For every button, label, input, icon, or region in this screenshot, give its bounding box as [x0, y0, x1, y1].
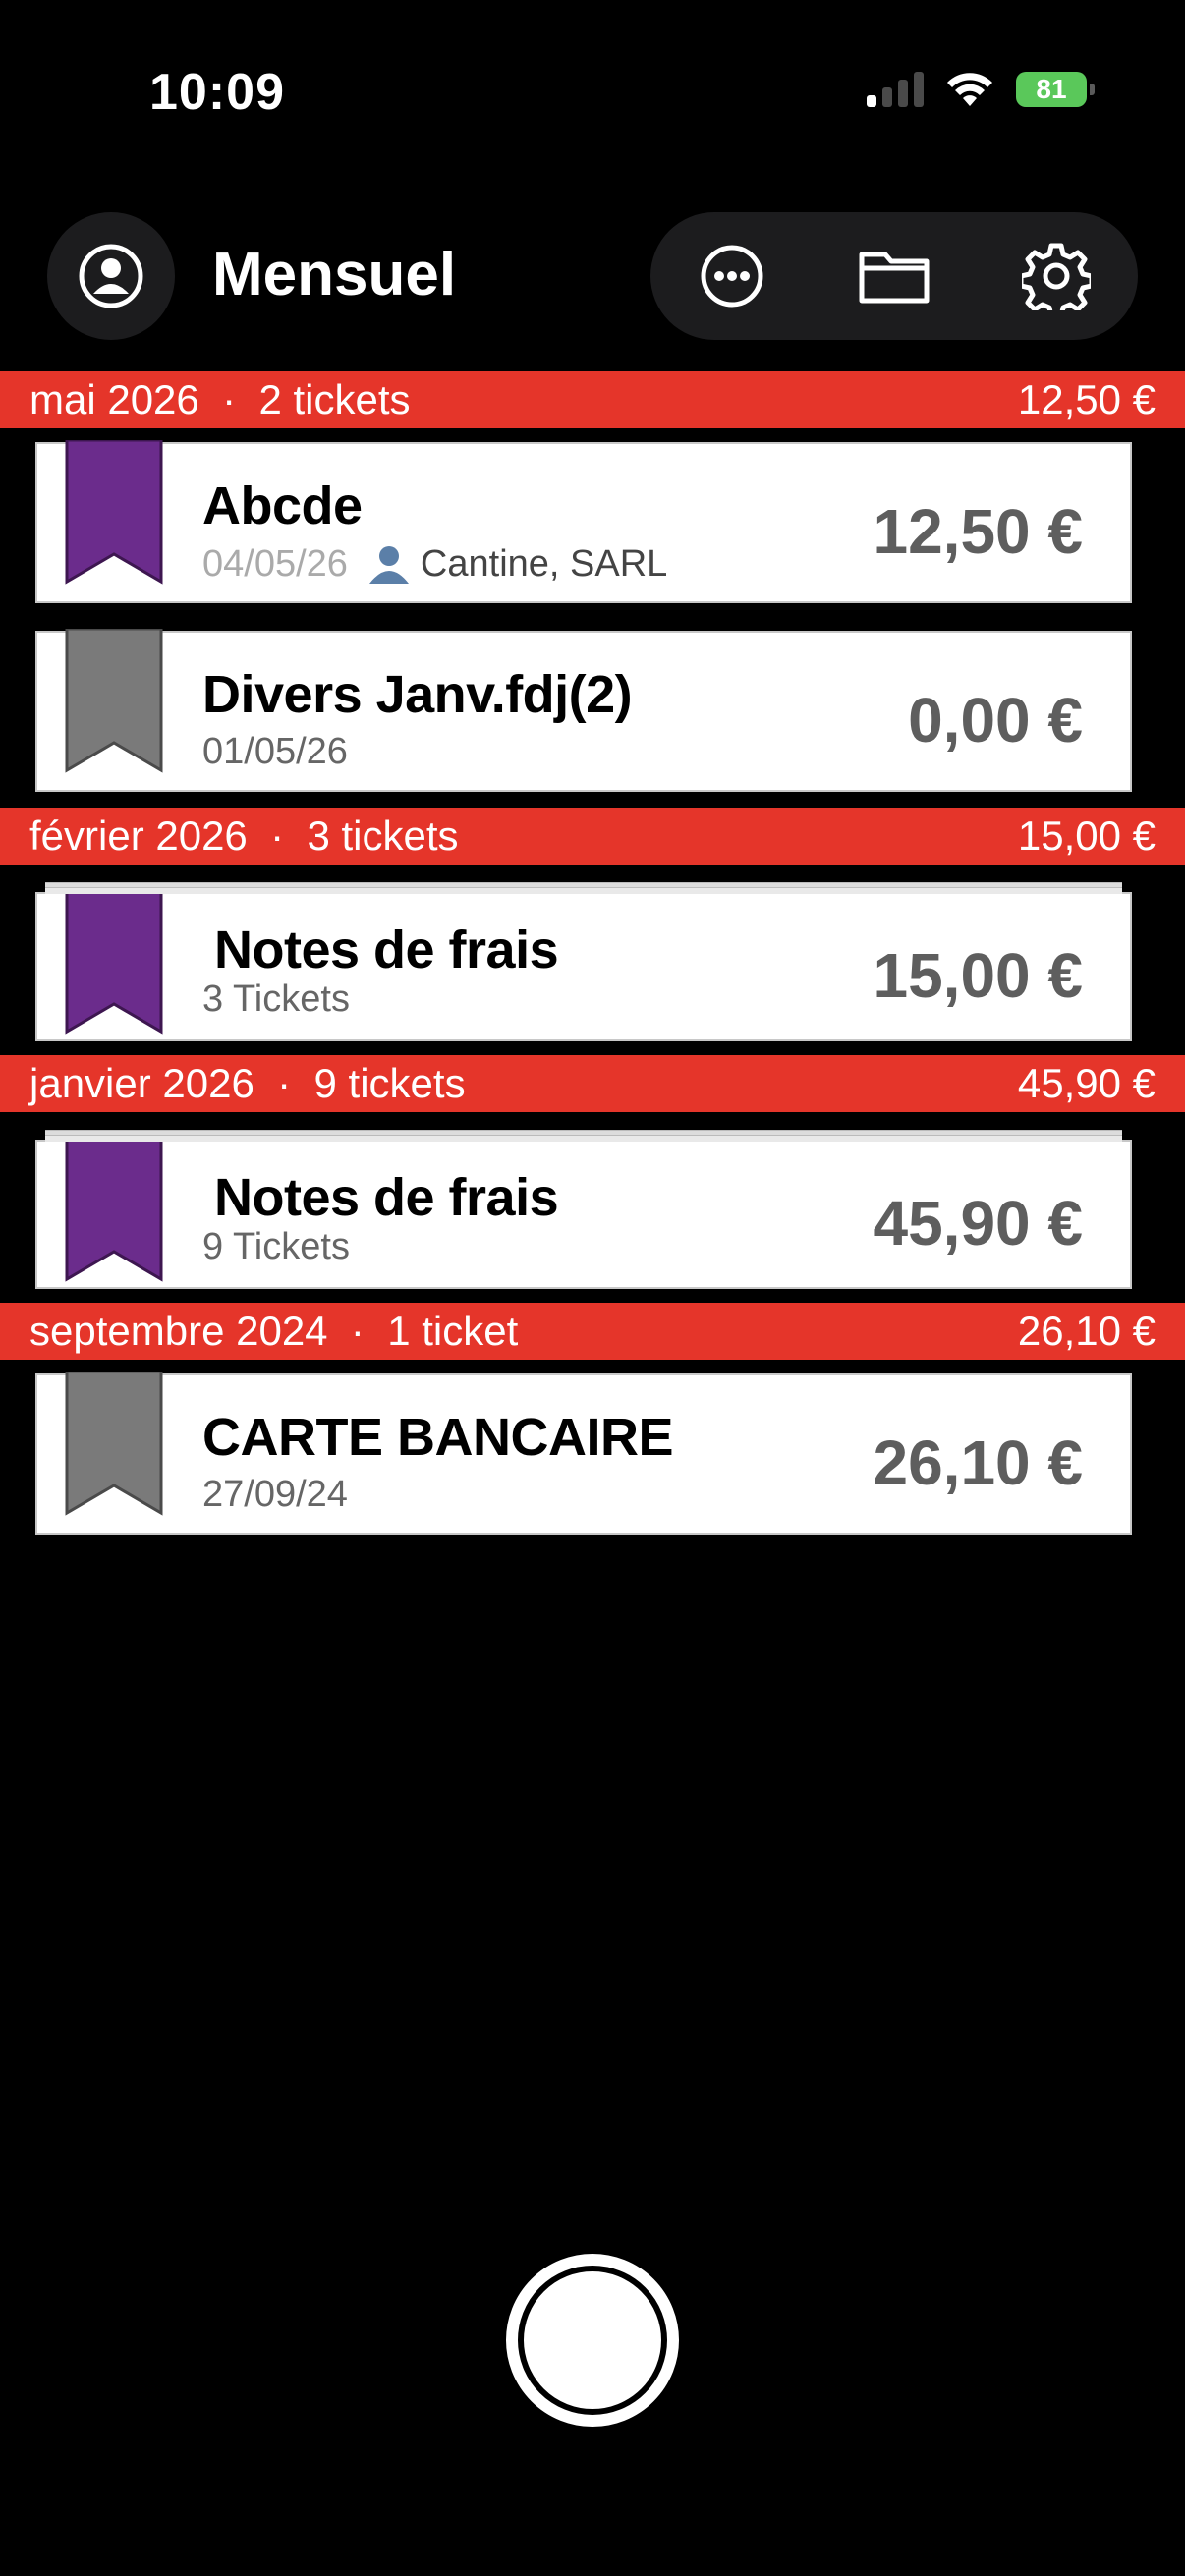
status-time: 10:09: [149, 64, 285, 121]
ticket-row[interactable]: CARTE BANCAIRE 27/09/24 26,10 €: [35, 1372, 1132, 1535]
person-circle-icon: [79, 244, 143, 308]
folder-button[interactable]: [845, 227, 943, 325]
ticket-title: Notes de frais: [214, 1168, 559, 1227]
ticket-title: Abcde: [202, 476, 363, 535]
battery-icon: 81: [1016, 72, 1095, 107]
person-icon: [368, 546, 409, 584]
ticket-group-row[interactable]: Notes de frais 3 Tickets 15,00 €: [35, 882, 1132, 1041]
ticket-row[interactable]: Divers Janv.fdj(2) 01/05/26 0,00 €: [35, 629, 1132, 792]
ticket-date: 04/05/26: [202, 542, 348, 585]
section-total: 12,50 €: [1017, 376, 1156, 422]
ticket-amount: 0,00 €: [908, 685, 1083, 756]
ticket-amount: 12,50 €: [873, 496, 1083, 567]
ticket-subtitle: 27/09/24: [202, 1474, 348, 1516]
section-header-septembre-2024[interactable]: septembre 2024 · 1 ticket 26,10 €: [0, 1303, 1185, 1360]
section-title: septembre 2024 · 1 ticket: [29, 1308, 519, 1354]
toolbar: [650, 212, 1138, 340]
ticket-title: Notes de frais: [214, 921, 559, 980]
ticket-subtitle: 3 Tickets: [202, 979, 350, 1020]
ticket-subtitle: 9 Tickets: [202, 1226, 350, 1267]
ticket-amount: 26,10 €: [873, 1428, 1083, 1498]
ticket-row[interactable]: Abcde 04/05/26 Cantine, SARL 12,50 €: [35, 440, 1132, 603]
ticket-merchant: Cantine, SARL: [367, 542, 667, 586]
settings-button[interactable]: [1007, 227, 1105, 325]
more-button[interactable]: [683, 227, 781, 325]
cellular-signal-icon: [867, 72, 924, 107]
ticket-group-row[interactable]: Notes de frais 9 Tickets 45,90 €: [35, 1130, 1132, 1289]
ticket-subtitle: 04/05/26 Cantine, SARL: [202, 542, 667, 586]
section-total: 45,90 €: [1017, 1060, 1156, 1106]
ticket-title: CARTE BANCAIRE: [202, 1408, 674, 1467]
ticket-title: Divers Janv.fdj(2): [202, 665, 633, 724]
bookmark-ribbon-icon: [65, 890, 163, 1035]
merchant-name: Cantine, SARL: [420, 542, 668, 585]
bookmark-ribbon-icon: [65, 629, 163, 773]
ticket-subtitle: 01/05/26: [202, 731, 348, 773]
section-header-janvier-2026[interactable]: janvier 2026 · 9 tickets 45,90 €: [0, 1055, 1185, 1112]
gear-icon: [1022, 243, 1092, 310]
folder-icon: [859, 252, 930, 304]
ticket-amount: 45,90 €: [873, 1188, 1083, 1259]
ticket-amount: 15,00 €: [873, 940, 1083, 1011]
status-indicators: 81: [867, 71, 1095, 108]
section-title: janvier 2026 · 9 tickets: [29, 1060, 466, 1106]
profile-button[interactable]: [47, 212, 175, 340]
capture-button[interactable]: [506, 2254, 679, 2427]
battery-level: 81: [1036, 74, 1067, 104]
ticket-date: 27/09/24: [202, 1474, 348, 1515]
bookmark-ribbon-icon: [65, 1138, 163, 1282]
ticket-date: 01/05/26: [202, 731, 348, 772]
ellipsis-circle-icon: [701, 245, 763, 308]
section-header-mai-2026[interactable]: mai 2026 · 2 tickets 12,50 €: [0, 371, 1185, 428]
wifi-icon: [947, 73, 992, 106]
section-title: février 2026 · 3 tickets: [29, 812, 459, 859]
bookmark-ribbon-icon: [65, 1372, 163, 1516]
section-total: 15,00 €: [1017, 812, 1156, 859]
bookmark-ribbon-icon: [65, 440, 163, 585]
section-title: mai 2026 · 2 tickets: [29, 376, 411, 422]
section-header-fevrier-2026[interactable]: février 2026 · 3 tickets 15,00 €: [0, 808, 1185, 865]
section-total: 26,10 €: [1017, 1308, 1156, 1354]
page-title: Mensuel: [212, 241, 457, 308]
